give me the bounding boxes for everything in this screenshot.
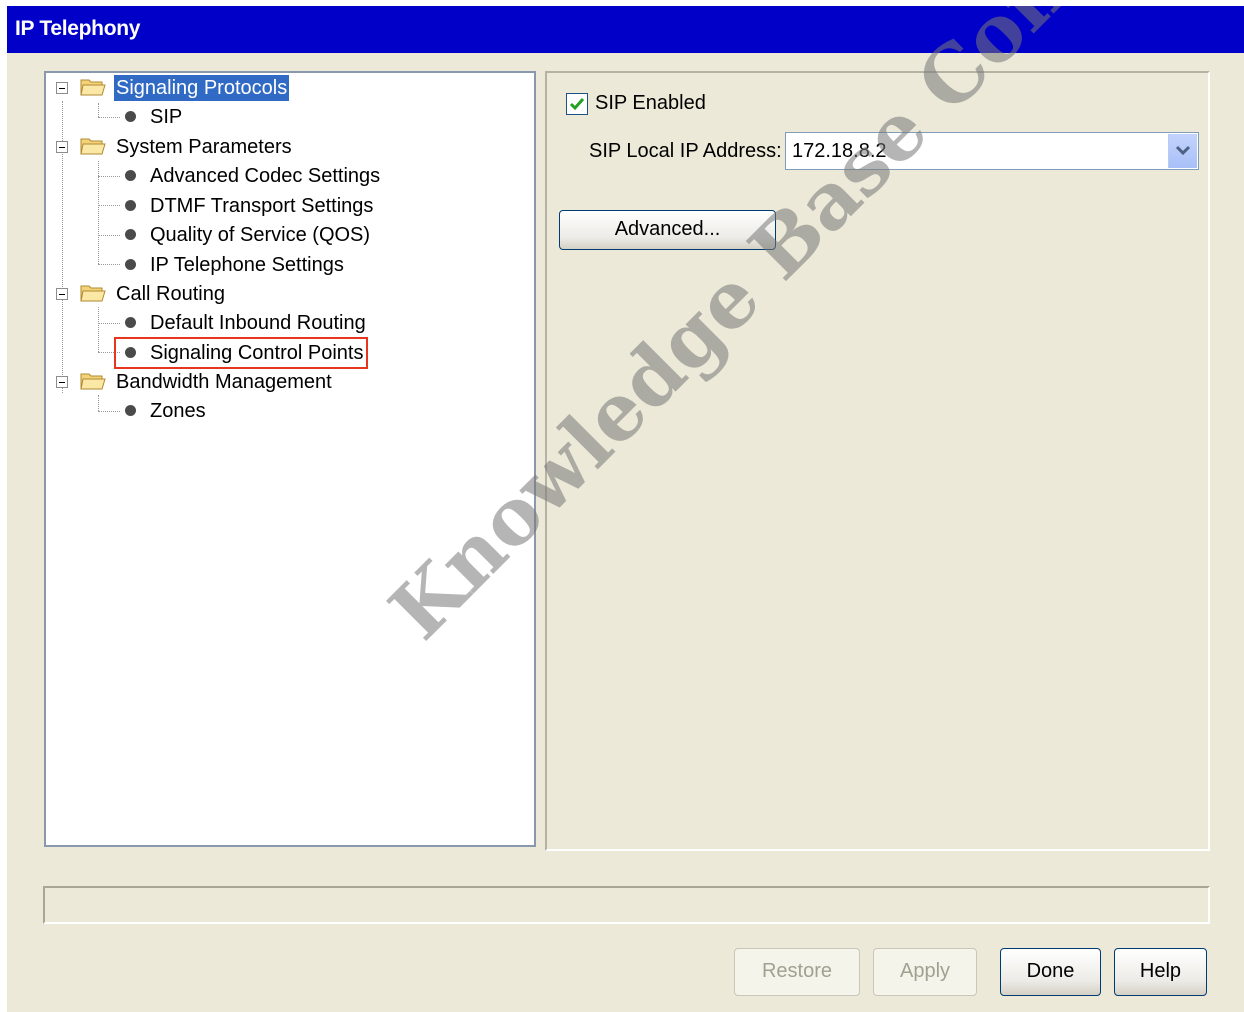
navigation-tree[interactable]: Signaling Protocols SIP System Parameter… xyxy=(44,71,536,847)
tree-connector xyxy=(98,411,120,412)
checkmark-icon xyxy=(569,98,585,111)
sip-enabled-label: SIP Enabled xyxy=(595,92,706,114)
tree-leaf-bullet-icon xyxy=(125,229,136,240)
tree-connector xyxy=(98,395,99,411)
dropdown-arrow-button[interactable] xyxy=(1168,134,1197,168)
tree-leaf-bullet-icon xyxy=(125,200,136,211)
sip-ip-label: SIP Local IP Address: xyxy=(589,140,782,162)
folder-open-icon xyxy=(80,138,106,155)
sip-enabled-checkbox[interactable] xyxy=(566,93,588,115)
tree-item-label: DTMF Transport Settings xyxy=(150,195,374,217)
tree-leaf-bullet-icon xyxy=(125,111,136,122)
folder-open-icon xyxy=(80,79,106,96)
tree-connector xyxy=(98,264,120,265)
tree-item-label: IP Telephone Settings xyxy=(150,254,344,276)
tree-connector xyxy=(98,323,120,324)
tree-item-label: Bandwidth Management xyxy=(116,371,332,393)
collapse-toggle-icon[interactable] xyxy=(56,82,68,94)
folder-open-icon xyxy=(80,373,106,390)
folder-open-icon xyxy=(80,285,106,302)
window-title: IP Telephony xyxy=(15,17,141,40)
collapse-toggle-icon[interactable] xyxy=(56,376,68,388)
tree-leaf-bullet-icon xyxy=(125,170,136,181)
help-button[interactable]: Help xyxy=(1114,948,1207,996)
tree-item-label: SIP xyxy=(150,106,183,128)
chevron-down-icon xyxy=(1175,145,1191,156)
tree-leaf-bullet-icon xyxy=(125,347,136,358)
apply-button[interactable]: Apply xyxy=(873,948,977,996)
tree-item-label: Zones xyxy=(150,400,206,422)
tree-item-label: Call Routing xyxy=(116,283,225,305)
tree-item-label: System Parameters xyxy=(116,136,292,158)
tree-item-label: Default Inbound Routing xyxy=(150,312,366,334)
tree-leaf-bullet-icon xyxy=(125,317,136,328)
tree-item-label: Quality of Service (QOS) xyxy=(150,224,371,246)
tree-leaf-bullet-icon xyxy=(125,405,136,416)
tree-connector xyxy=(98,117,120,118)
tree-connector xyxy=(98,235,120,236)
tree-connector xyxy=(98,103,99,117)
tree-item-label: Signaling Protocols xyxy=(114,75,290,101)
ip-telephony-window: IP Telephony Signaling Protocols SIP Sys… xyxy=(7,6,1244,1012)
tree-connector xyxy=(98,176,120,177)
tree-item-label: Signaling Control Points xyxy=(150,342,364,364)
collapse-toggle-icon[interactable] xyxy=(56,288,68,300)
tree-connector xyxy=(98,307,99,352)
status-bar xyxy=(43,886,1210,924)
tree-item-label: Advanced Codec Settings xyxy=(150,165,381,187)
collapse-toggle-icon[interactable] xyxy=(56,141,68,153)
done-button[interactable]: Done xyxy=(1000,948,1101,996)
tree-leaf-bullet-icon xyxy=(125,259,136,270)
tree-connector xyxy=(98,205,120,206)
restore-button[interactable]: Restore xyxy=(734,948,860,996)
